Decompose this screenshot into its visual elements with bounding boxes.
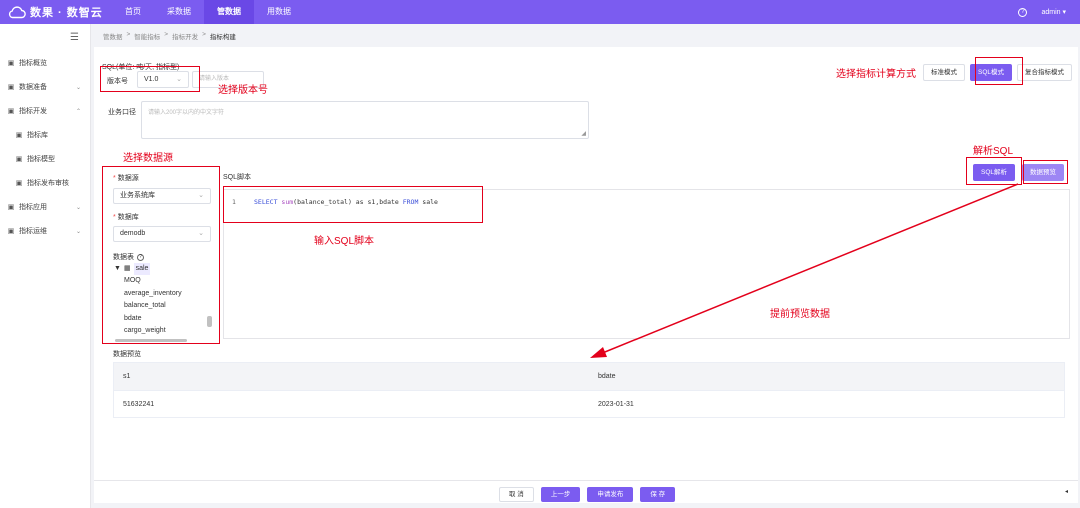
help-icon[interactable]: ? <box>1018 7 1028 17</box>
footer-buttons: 取 消 上一步 申请发布 保 存 <box>499 487 676 502</box>
annotation-box-datasource <box>102 166 220 344</box>
sidebar-item-label: 指标模型 <box>27 156 55 163</box>
app-logo[interactable]: 数果 · 数智云 <box>8 4 103 20</box>
cloud-logo-icon <box>8 6 26 19</box>
business-caliber-textarea[interactable]: 请输入200字以内的中文字符 ◢ <box>141 101 589 139</box>
user-name: admin <box>1041 9 1061 16</box>
sidebar-item-label: 指标发布审核 <box>27 180 69 187</box>
breadcrumb-item[interactable]: 管数据 <box>103 31 123 41</box>
sql-script-label: SQL脚本 <box>223 174 252 181</box>
save-button[interactable]: 保 存 <box>640 487 676 502</box>
nav-home[interactable]: 首页 <box>112 0 154 24</box>
sidebar-item-label: 指标开发 <box>19 108 47 115</box>
preview-header-row: s1 bdate <box>114 363 1064 391</box>
sidebar-item[interactable]: ▣ 指标运维 ⌄ <box>0 220 91 244</box>
breadcrumb-current: 指标构建 <box>209 34 236 41</box>
overview-icon: ▣ <box>7 60 15 67</box>
chevron-icon: ⌄ <box>75 205 81 211</box>
sidebar-item[interactable]: ▣ 指标应用 ⌄ <box>0 196 91 220</box>
chevron-icon: ⌄ <box>75 85 81 91</box>
footer-bar: 取 消 上一步 申请发布 保 存 ◂ <box>94 480 1078 503</box>
annotation-input-sql: 输入SQL脚本 <box>314 236 375 247</box>
cancel-button[interactable]: 取 消 <box>499 487 534 502</box>
sidebar: ☰ ▣ 指标概览 ▣ 数据准备 ⌄ ▣ 指标开发 ⌃ ▣ 指标库 ▣ 指标模型 ▣ 指标发布审核 ▣ 指标应用… <box>0 24 91 508</box>
sidebar-item[interactable]: ▣ 指标库 <box>0 124 91 148</box>
sidebar-menu: ▣ 指标概览 ▣ 数据准备 ⌄ ▣ 指标开发 ⌃ ▣ 指标库 ▣ 指标模型 ▣ 指标发布审核 ▣ 指标应用 ⌄ ▣… <box>0 52 91 244</box>
review-icon: ▣ <box>15 180 23 187</box>
previous-step-button[interactable]: 上一步 <box>540 487 581 502</box>
caliber-placeholder: 请输入200字以内的中文字符 <box>148 110 225 116</box>
main-panel: SQL(单位: 吨/天, 指标型) 版本号 V1.0 ⌄ 请输入版本 标准模式 … <box>94 47 1078 503</box>
annotation-box-mode <box>975 57 1023 85</box>
standard-mode-button[interactable]: 标准模式 <box>922 64 965 81</box>
chevron-down-icon: ▾ <box>1062 9 1066 16</box>
sidebar-item-label: 指标概览 <box>19 60 47 67</box>
preview-table: s1 bdate 51632241 2023-01-31 <box>113 362 1065 418</box>
breadcrumb-item[interactable]: 智能指标 <box>134 31 160 41</box>
breadcrumb-separator: > <box>164 31 169 38</box>
nav-collect-data[interactable]: 采数据 <box>154 0 204 24</box>
preview-cell: 2023-01-31 <box>598 401 634 408</box>
preview-cell: 51632241 <box>123 401 155 408</box>
breadcrumb-item[interactable]: 指标开发 <box>172 31 198 41</box>
top-right-tools: ? admin ▾ <box>1018 0 1066 24</box>
nav-manage-data[interactable]: 管数据 <box>204 0 254 24</box>
sidebar-item[interactable]: ▣ 数据准备 ⌄ <box>0 76 91 100</box>
tools-icon: ▣ <box>15 132 23 139</box>
top-navbar: 数果 · 数智云 首页 采数据 管数据 用数据 ? admin ▾ <box>0 0 1080 24</box>
annotation-box-sql <box>223 186 483 223</box>
sidebar-item-label: 指标运维 <box>19 228 47 235</box>
sidebar-item-label: 指标库 <box>27 132 48 139</box>
composite-mode-button[interactable]: 复合指标模式 <box>1017 64 1072 81</box>
preview-header-cell: s1 <box>123 373 131 380</box>
annotation-select-datasource: 选择数据源 <box>123 153 173 164</box>
sidebar-item-label: 数据准备 <box>19 84 47 91</box>
nav-use-data[interactable]: 用数据 <box>254 0 304 24</box>
sidebar-item[interactable]: ▣ 指标开发 ⌃ <box>0 100 91 124</box>
preview-header-cell: bdate <box>598 373 616 380</box>
sidebar-item-label: 指标应用 <box>19 204 47 211</box>
preview-label: 数据预览 <box>113 351 141 358</box>
chevron-icon: ⌃ <box>75 109 81 115</box>
breadcrumb-separator: > <box>202 31 206 38</box>
app-icon: ▣ <box>7 204 15 211</box>
breadcrumb: 管数据 > 智能指标 > 指标开发 > 指标构建 <box>103 31 236 41</box>
annotation-preview-ahead: 提前预览数据 <box>770 309 830 320</box>
business-caliber-label: 业务口径 <box>108 109 136 116</box>
annotation-select-mode: 选择指标计算方式 <box>836 69 916 80</box>
sidebar-item[interactable]: ▣ 指标模型 <box>0 148 91 172</box>
document-icon: ▣ <box>7 108 15 115</box>
table-row: 51632241 2023-01-31 <box>114 391 1064 418</box>
sidebar-item[interactable]: ▣ 指标概览 <box>0 52 91 76</box>
resize-handle-icon[interactable]: ◢ <box>581 130 586 137</box>
main-nav: 首页 采数据 管数据 用数据 <box>112 0 304 24</box>
annotation-select-version: 选择版本号 <box>218 85 268 96</box>
annotation-box-version <box>100 66 200 92</box>
breadcrumb-separator: > <box>126 31 131 38</box>
apply-publish-button[interactable]: 申请发布 <box>587 487 634 502</box>
model-icon: ▣ <box>15 156 23 163</box>
user-menu[interactable]: admin ▾ <box>1041 8 1066 16</box>
annotation-box-parse <box>966 157 1022 185</box>
annotation-parse-sql: 解析SQL <box>973 146 1014 157</box>
sidebar-item[interactable]: ▣ 指标发布审核 <box>0 172 91 196</box>
annotation-box-preview <box>1023 160 1068 184</box>
caret-left-icon: ◂ <box>1064 489 1068 495</box>
database-icon: ▣ <box>7 84 15 91</box>
menu-collapse-icon[interactable]: ☰ <box>70 32 79 43</box>
app-name: 数果 · 数智云 <box>30 7 103 19</box>
chevron-icon: ⌄ <box>75 229 81 235</box>
ops-icon: ▣ <box>7 228 15 235</box>
